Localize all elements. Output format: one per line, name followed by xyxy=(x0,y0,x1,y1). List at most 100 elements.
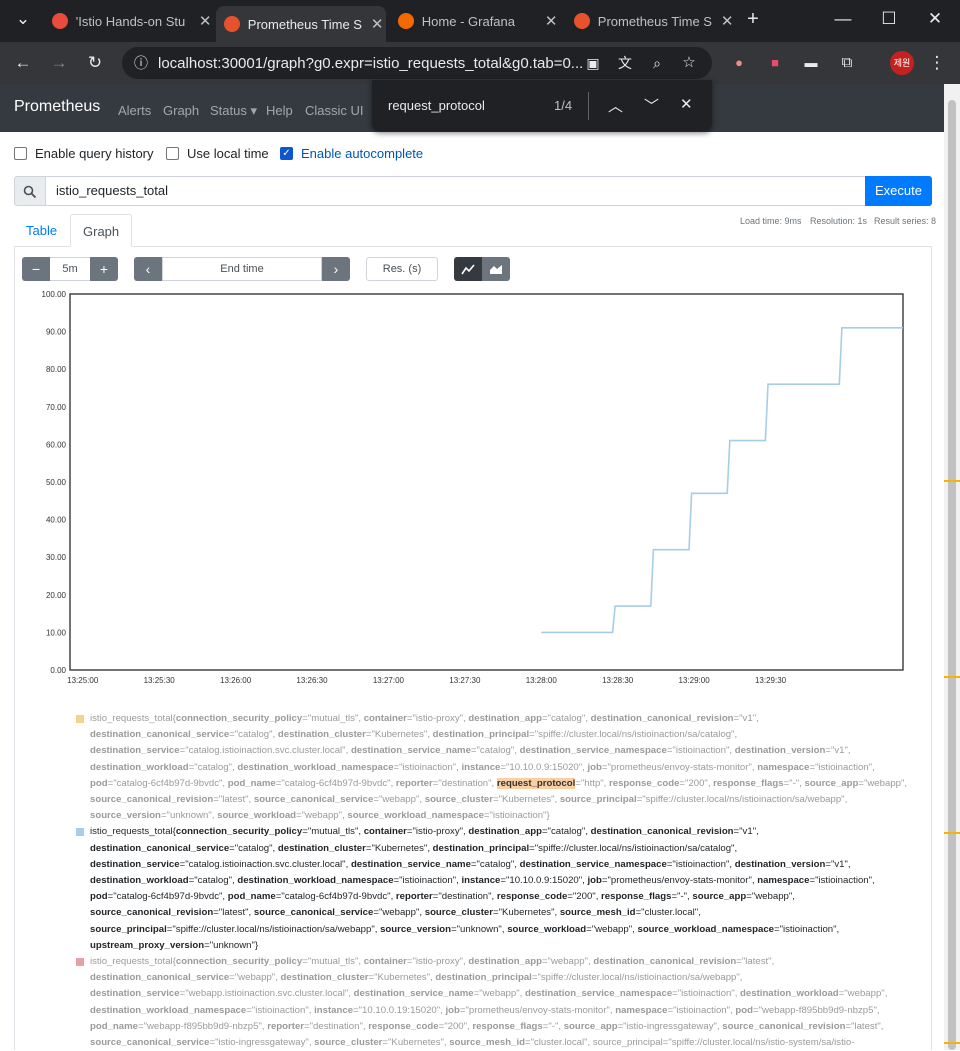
y-tick-label: 0.00 xyxy=(50,666,66,675)
tab-search-icon[interactable]: ⌄ xyxy=(12,8,34,30)
extension-icon[interactable]: ■ xyxy=(764,52,786,74)
time-series-chart[interactable]: 0.00 10.00 20.00 30.00 40.00 50.00 60.00 70.00 8… xyxy=(24,286,914,688)
tab-table[interactable]: Table xyxy=(14,214,69,247)
browser-tab-2[interactable]: Prometheus Time S ✕ xyxy=(216,6,386,42)
range-decrease-button[interactable]: − xyxy=(22,257,50,281)
address-bar[interactable]: ⓘ localhost:30001/graph?g0.expr=istio_re… xyxy=(122,47,712,79)
tab-title: Prometheus Time S xyxy=(247,16,362,32)
nav-classic-ui[interactable]: Classic UI xyxy=(305,103,364,118)
window-close-icon[interactable]: ✕ xyxy=(924,8,946,30)
extensions-puzzle-icon[interactable]: ⧉ xyxy=(836,52,858,74)
reload-icon[interactable]: ↻ xyxy=(84,52,106,74)
x-tick-label: 13:28:00 xyxy=(526,676,558,685)
brand-logo-text[interactable]: Prometheus xyxy=(14,98,100,116)
y-tick-label: 50.00 xyxy=(46,478,67,487)
y-tick-label: 100.00 xyxy=(42,290,67,299)
end-time-input[interactable]: End time xyxy=(162,257,322,281)
view-tabs: Table Graph xyxy=(14,214,932,247)
tab-title: Home - Grafana xyxy=(421,13,515,29)
tab-favicon-icon xyxy=(52,13,68,29)
menu-kebab-icon[interactable]: ⋮ xyxy=(926,52,948,74)
tab-title: Prometheus Time S xyxy=(597,13,712,29)
nav-status[interactable]: Status ▾ xyxy=(210,103,257,119)
close-icon[interactable]: ✕ xyxy=(718,12,736,30)
tab-favicon-icon xyxy=(398,13,414,29)
site-info-icon[interactable]: ⓘ xyxy=(130,52,152,74)
y-tick-label: 40.00 xyxy=(46,516,67,525)
option-label: Enable query history xyxy=(35,146,154,161)
x-tick-label: 13:29:30 xyxy=(755,676,787,685)
nav-alerts[interactable]: Alerts xyxy=(118,103,151,118)
page-scrollbar[interactable] xyxy=(944,84,960,1050)
nav-graph[interactable]: Graph xyxy=(163,103,199,118)
x-tick-label: 13:26:30 xyxy=(296,676,328,685)
checkbox[interactable] xyxy=(166,147,179,160)
range-increase-button[interactable]: + xyxy=(90,257,118,281)
y-tick-label: 20.00 xyxy=(46,591,67,600)
new-tab-icon[interactable]: + xyxy=(742,8,764,30)
find-highlight: request_protocol xyxy=(496,777,576,789)
browser-toolbar: ← → ↻ ⓘ localhost:30001/graph?g0.expr=is… xyxy=(0,42,960,84)
series-color-swatch xyxy=(76,828,84,837)
previous-match-icon[interactable]: ︿ xyxy=(608,95,623,116)
legend-series-item[interactable]: istio_requests_total{connection_security… xyxy=(76,824,916,954)
x-tick-label: 13:28:30 xyxy=(602,676,634,685)
translate-icon[interactable]: 文 xyxy=(614,52,636,74)
search-icon xyxy=(14,176,46,206)
series-color-swatch xyxy=(76,715,84,723)
option-label: Enable autocomplete xyxy=(301,146,424,161)
close-icon[interactable]: ✕ xyxy=(542,12,560,30)
stacked-chart-toggle-icon[interactable] xyxy=(482,257,510,281)
zoom-icon[interactable]: ⌕ xyxy=(646,52,668,74)
chart-axes: 0.00 10.00 20.00 30.00 40.00 50.00 60.00 70.00 8… xyxy=(42,290,904,685)
checkbox-checked[interactable]: ✓ xyxy=(280,147,293,160)
next-match-icon[interactable]: ﹀ xyxy=(644,95,659,116)
legend-series-item[interactable]: istio_requests_total{connection_security… xyxy=(76,711,916,824)
close-find-icon[interactable]: ✕ xyxy=(680,95,693,113)
scrollbar-thumb[interactable] xyxy=(948,100,956,1050)
bookmark-star-icon[interactable]: ☆ xyxy=(678,52,700,74)
minimize-icon[interactable]: — xyxy=(832,8,854,30)
series-legend: istio_requests_total{connection_security… xyxy=(76,711,916,1051)
resolution-input[interactable]: Res. (s) xyxy=(366,257,438,281)
expression-input[interactable]: istio_requests_total xyxy=(46,176,866,206)
option-query-history[interactable]: Enable query history xyxy=(14,146,154,161)
x-tick-label: 13:29:00 xyxy=(679,676,711,685)
checkbox[interactable] xyxy=(14,147,27,160)
y-tick-label: 80.00 xyxy=(46,365,67,374)
browser-tab-1[interactable]: 'Istio Hands-on Stu ✕ xyxy=(46,6,214,36)
option-local-time[interactable]: Use local time xyxy=(166,146,269,161)
maximize-icon[interactable]: ☐ xyxy=(878,8,900,30)
browser-tab-4[interactable]: Prometheus Time S ✕ xyxy=(568,6,736,36)
expression-bar: istio_requests_total Execute xyxy=(14,176,932,206)
close-icon[interactable]: ✕ xyxy=(368,15,386,33)
y-tick-label: 30.00 xyxy=(46,553,67,562)
nav-help[interactable]: Help xyxy=(266,103,293,118)
extension-icon[interactable]: ▬ xyxy=(800,52,822,74)
find-match-marker xyxy=(944,480,960,482)
series-label: istio_requests_total{connection_security… xyxy=(90,956,888,1049)
range-input[interactable]: 5m xyxy=(50,257,90,281)
browser-tab-3[interactable]: Home - Grafana ✕ xyxy=(392,6,560,36)
profile-avatar[interactable]: 제원 xyxy=(890,51,914,75)
page-translate-icon[interactable]: ▣ xyxy=(582,52,604,74)
end-time-back-button[interactable]: ‹ xyxy=(134,257,162,281)
end-time-forward-button[interactable]: › xyxy=(322,257,350,281)
tab-title: 'Istio Hands-on Stu xyxy=(75,13,186,29)
line-chart-toggle-icon[interactable] xyxy=(454,257,482,281)
extension-icon[interactable]: ● xyxy=(728,52,750,74)
forward-icon[interactable]: → xyxy=(48,52,70,74)
tab-favicon-icon xyxy=(574,13,590,29)
y-tick-label: 90.00 xyxy=(46,328,67,337)
x-tick-label: 13:26:00 xyxy=(220,676,252,685)
series-label: istio_requests_total{connection_security… xyxy=(90,713,908,822)
back-icon[interactable]: ← xyxy=(12,52,34,74)
y-tick-label: 60.00 xyxy=(46,440,67,449)
close-icon[interactable]: ✕ xyxy=(196,12,214,30)
tab-graph[interactable]: Graph xyxy=(70,214,133,247)
legend-series-item[interactable]: istio_requests_total{connection_security… xyxy=(76,954,916,1051)
option-autocomplete[interactable]: ✓ Enable autocomplete xyxy=(280,146,423,161)
execute-button[interactable]: Execute xyxy=(865,176,932,206)
option-label: Use local time xyxy=(187,146,269,161)
find-input[interactable]: request_protocol xyxy=(388,98,485,113)
